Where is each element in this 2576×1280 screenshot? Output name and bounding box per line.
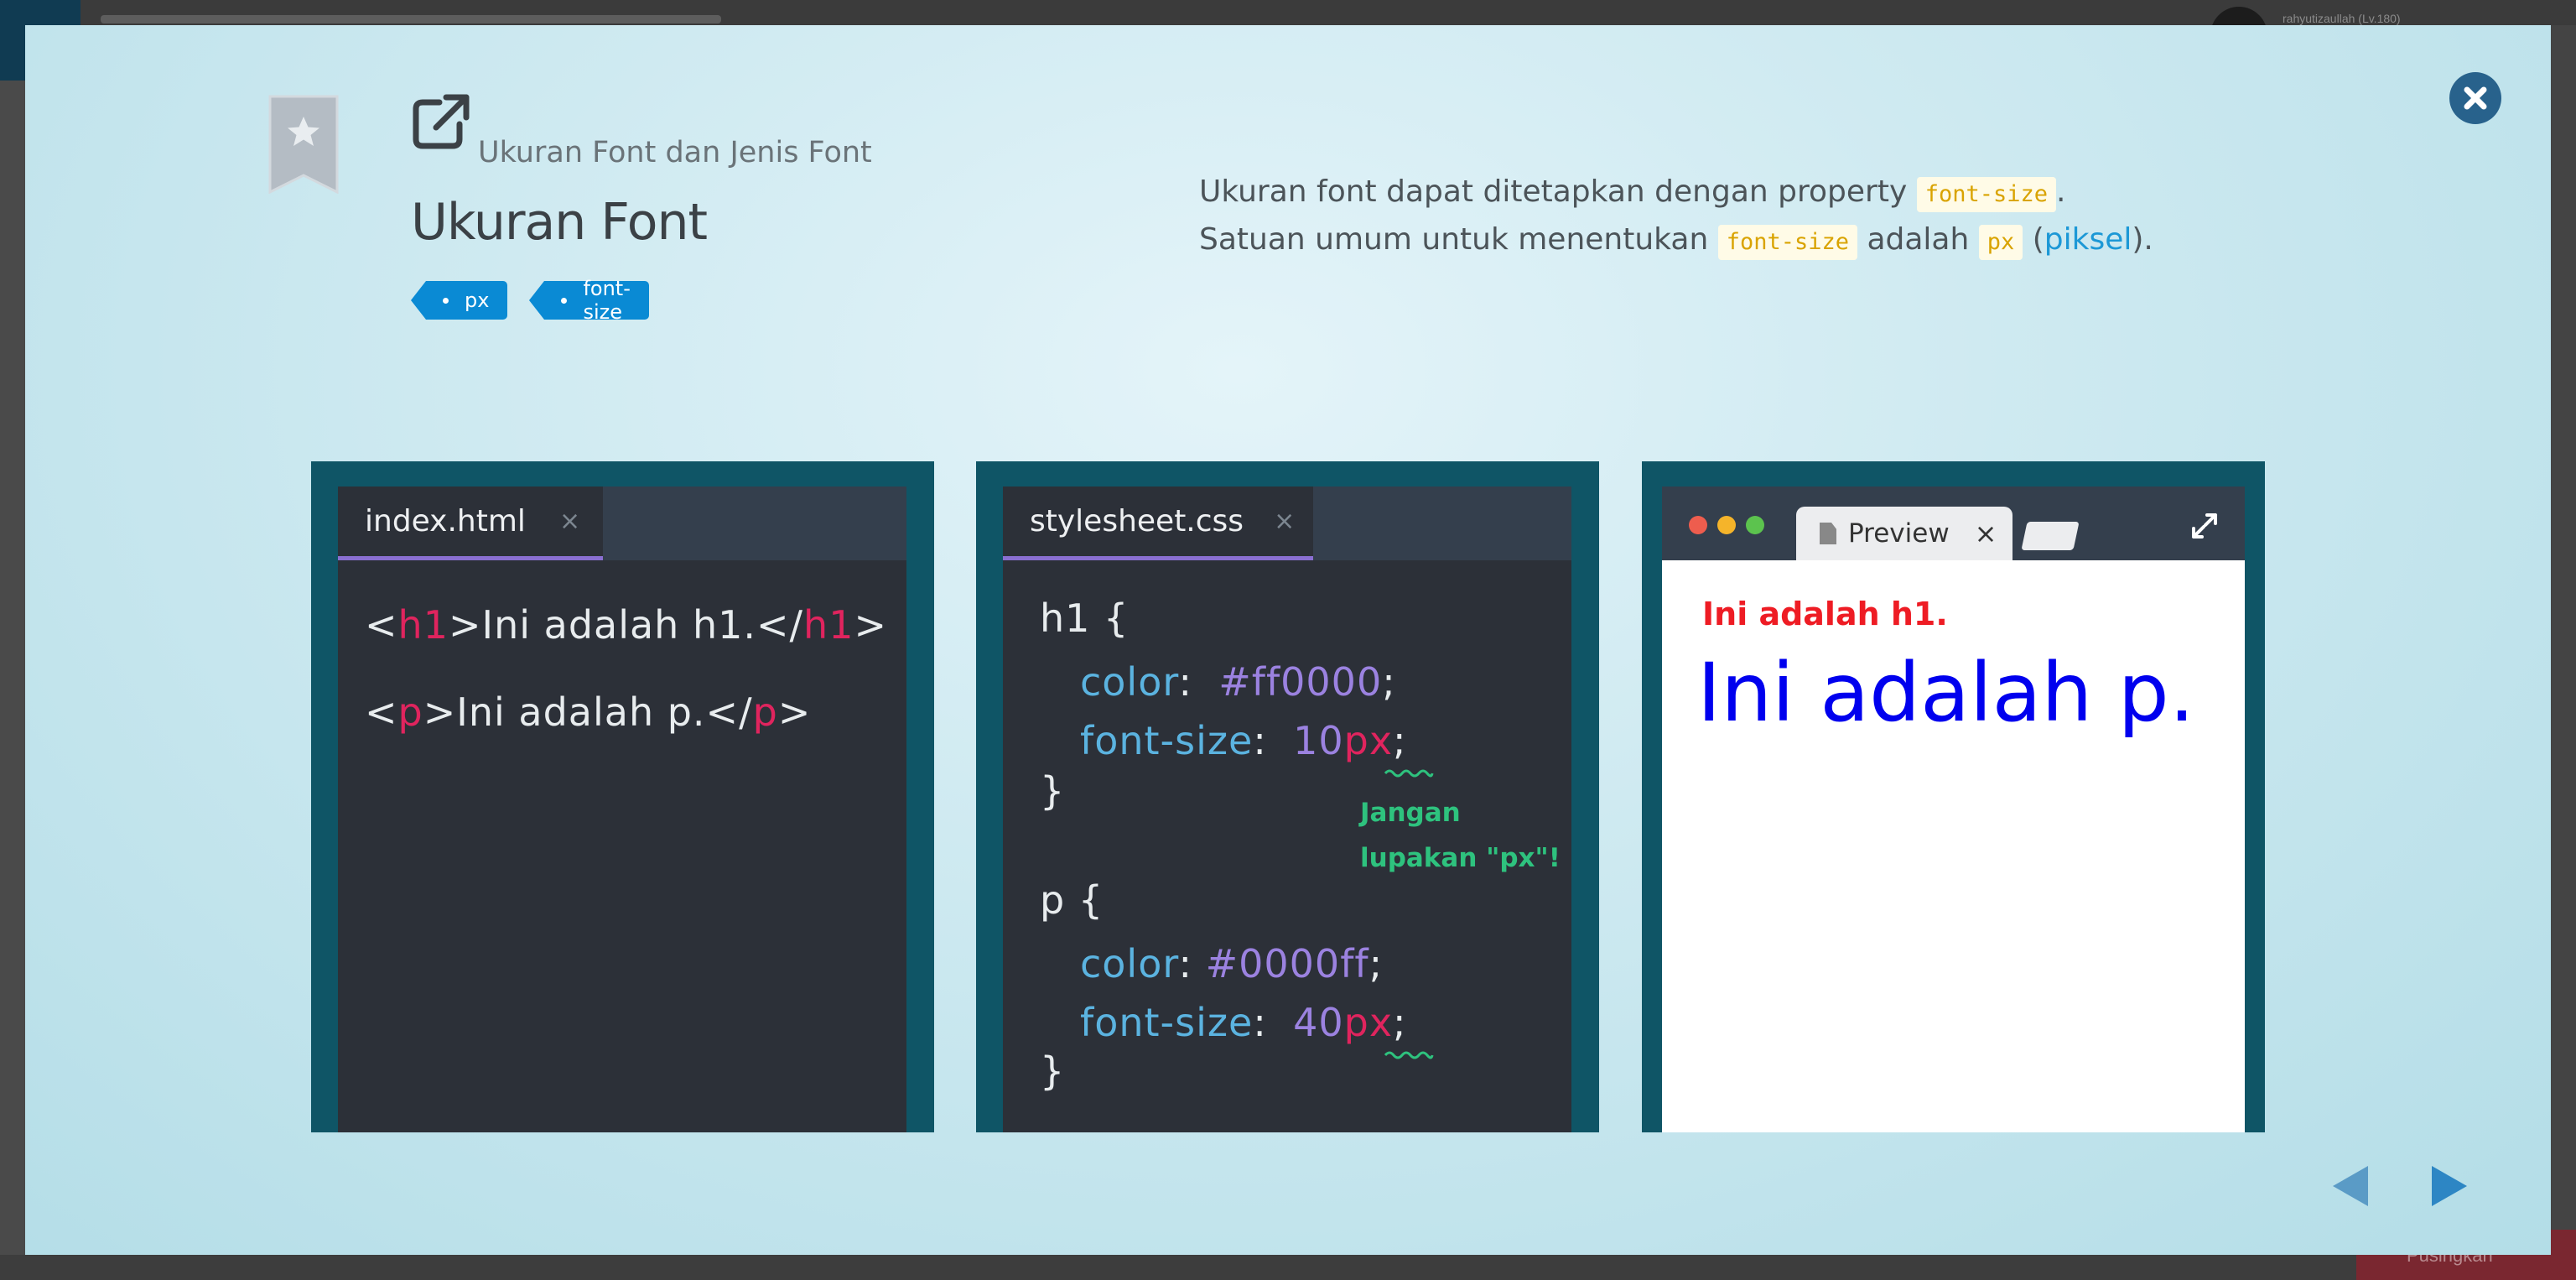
css-rule2-font-size: font-size: 40px; xyxy=(1080,1000,1407,1045)
preview-output-h1: Ini adalah h1. xyxy=(1702,596,1948,632)
slide-modal: Ukuran Font dan Jenis Font Ukuran Font p… xyxy=(25,25,2551,1255)
tab-close-icon[interactable]: × xyxy=(559,507,580,536)
squiggle-underline xyxy=(1384,769,1434,778)
tab-close-icon[interactable]: × xyxy=(1975,518,1997,549)
css-editor: stylesheet.css × h1 { color: #ff0000; fo… xyxy=(1003,487,1571,1132)
html-editor-panel: index.html × <h1>Ini adalah h1.</h1> <p>… xyxy=(311,461,934,1132)
html-editor-tabbar: index.html × xyxy=(338,487,906,560)
preview-output-p: Ini adalah p. xyxy=(1697,646,2195,740)
browser-preview: Preview × Ini adalah h1. Ini adalah p. xyxy=(1662,487,2245,1132)
preview-panel: Preview × Ini adalah h1. Ini adalah p. xyxy=(1642,461,2265,1132)
tab-label: stylesheet.css xyxy=(1030,504,1244,539)
external-link-icon[interactable] xyxy=(411,92,471,149)
css-rule1-color: color: #ff0000; xyxy=(1080,659,1396,705)
description-line-2: Satuan umum untuk menentukan font-size a… xyxy=(1199,216,2289,263)
background-username: rahyutizaullah (Lv.180) xyxy=(2283,12,2401,25)
css-rule2-selector: p { xyxy=(1040,877,1104,923)
tag-font-size[interactable]: font-size xyxy=(529,277,649,324)
tag-list: px font-size xyxy=(410,277,649,324)
document-icon xyxy=(1820,523,1836,544)
close-icon xyxy=(2464,86,2487,110)
css-rule1-close: } xyxy=(1040,768,1066,814)
bookmark-star-icon[interactable] xyxy=(268,95,339,194)
description-line-1: Ukuran font dapat ditetapkan dengan prop… xyxy=(1199,168,2289,216)
tab-preview[interactable]: Preview × xyxy=(1796,507,2012,560)
tag-px[interactable]: px xyxy=(410,281,508,320)
lesson-title: Ukuran Font dan Jenis Font xyxy=(478,136,872,169)
inline-code: font-size xyxy=(1717,225,1858,260)
inline-code: font-size xyxy=(1916,177,2057,212)
browser-toolbar: Preview × xyxy=(1662,487,2245,560)
background-search-bar xyxy=(101,15,721,23)
piksel-link[interactable]: piksel xyxy=(2044,222,2132,257)
inline-code: px xyxy=(1978,225,2023,260)
slide-description: Ukuran font dapat ditetapkan dengan prop… xyxy=(1199,168,2289,263)
prev-arrow-icon[interactable] xyxy=(2328,1163,2371,1210)
css-editor-panel: stylesheet.css × h1 { color: #ff0000; fo… xyxy=(976,461,1599,1132)
next-arrow-icon[interactable] xyxy=(2428,1163,2472,1210)
tab-index-html[interactable]: index.html × xyxy=(338,487,603,560)
squiggle-underline xyxy=(1384,1051,1434,1059)
window-maximize-dot[interactable] xyxy=(1746,516,1764,534)
tab-close-icon[interactable]: × xyxy=(1274,507,1295,536)
css-rule2-close: } xyxy=(1040,1048,1066,1094)
css-editor-tabbar: stylesheet.css × xyxy=(1003,487,1571,560)
css-rule1-font-size: font-size: 10px; xyxy=(1080,718,1407,763)
new-tab-button[interactable] xyxy=(2021,522,2080,550)
tab-stylesheet-css[interactable]: stylesheet.css × xyxy=(1003,487,1313,560)
expand-icon[interactable] xyxy=(2190,512,2219,540)
background-scrollbar xyxy=(2551,25,2576,1255)
tab-label: Preview xyxy=(1848,518,1950,549)
page-title: Ukuran Font xyxy=(411,193,708,252)
css-rule1-selector: h1 { xyxy=(1040,596,1130,641)
css-rule2-color: color: #0000ff; xyxy=(1080,941,1384,986)
html-editor: index.html × <h1>Ini adalah h1.</h1> <p>… xyxy=(338,487,906,1132)
window-close-dot[interactable] xyxy=(1689,516,1707,534)
tab-label: index.html xyxy=(365,504,526,539)
html-code-line-2: <p>Ini adalah p.</p> xyxy=(365,689,812,735)
window-minimize-dot[interactable] xyxy=(1717,516,1736,534)
close-button[interactable] xyxy=(2449,72,2501,124)
html-code-line-1: <h1>Ini adalah h1.</h1> xyxy=(365,602,888,648)
px-reminder-note: Jangan lupakan "px"! xyxy=(1360,798,1561,873)
background-footer xyxy=(0,1255,2576,1280)
